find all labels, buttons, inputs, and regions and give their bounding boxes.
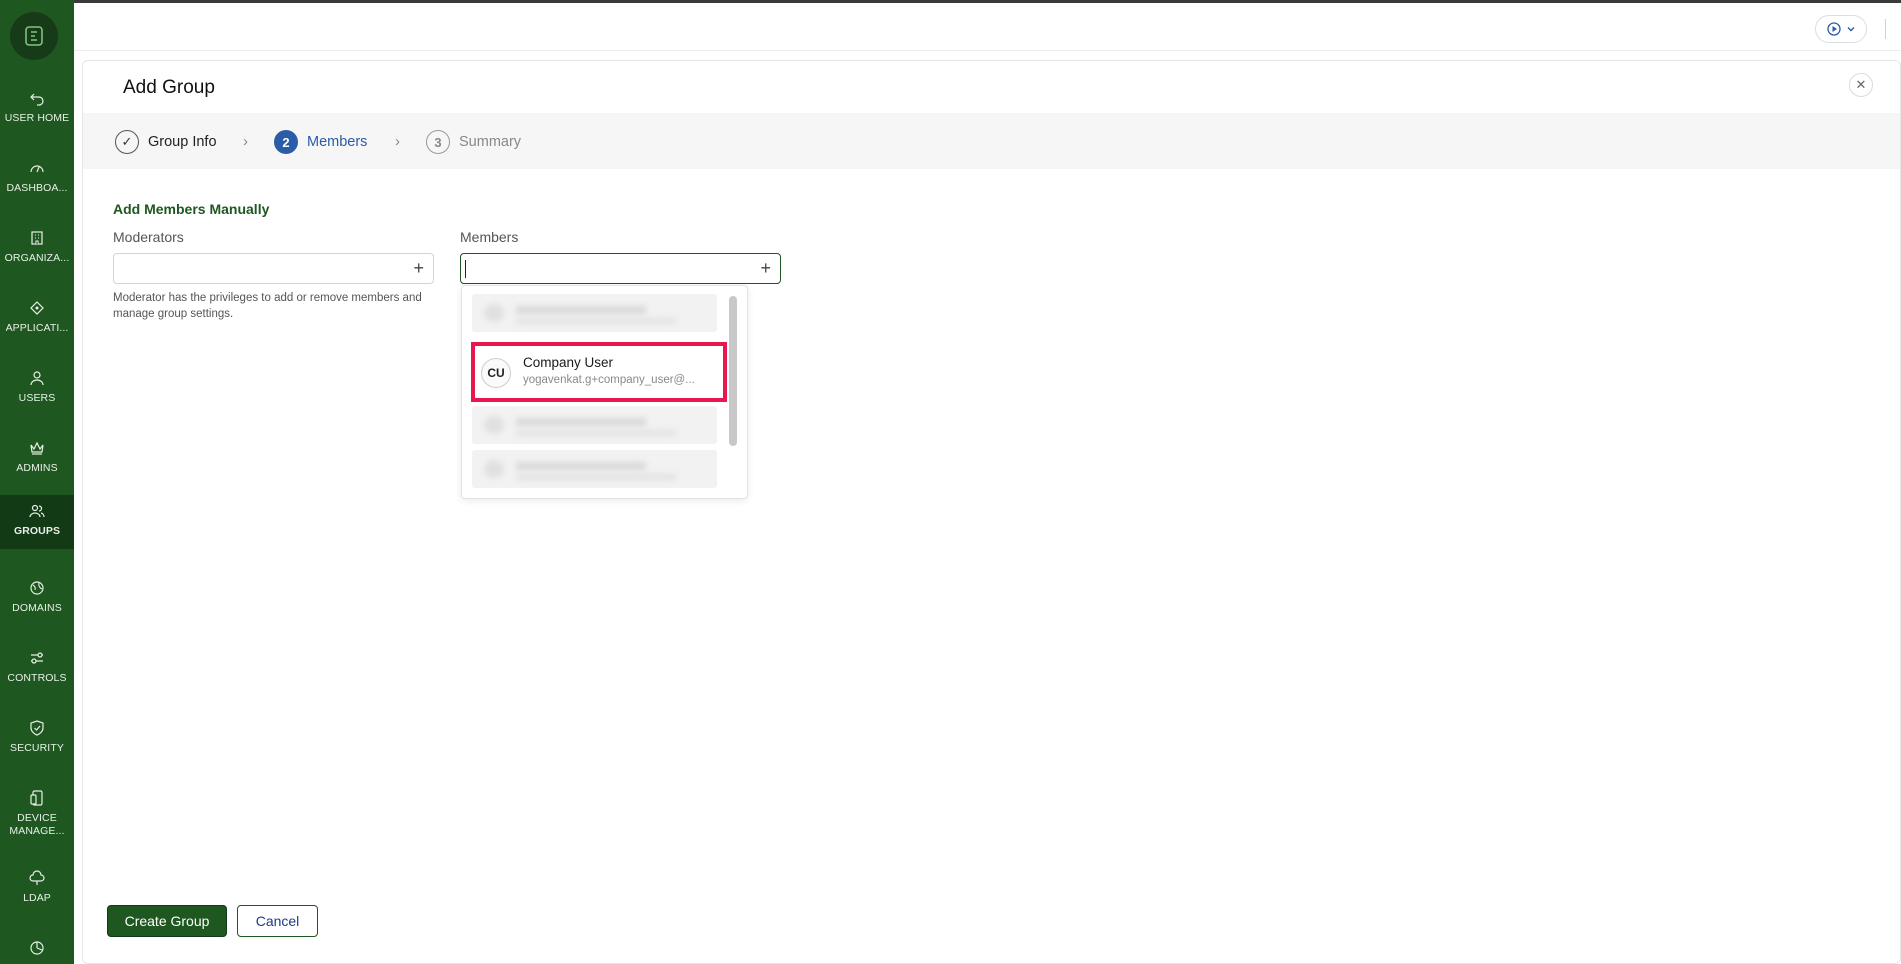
step-summary[interactable]: 3 Summary xyxy=(426,130,521,154)
sidebar-item-label: LDAP xyxy=(23,892,51,904)
step-group-info[interactable]: ✓ Group Info xyxy=(115,130,217,154)
sidebar-item-label: ORGANIZA... xyxy=(4,252,70,264)
play-circle-icon xyxy=(1827,22,1841,36)
list-item[interactable] xyxy=(472,294,717,332)
list-item[interactable] xyxy=(472,406,717,444)
moderators-label: Moderators xyxy=(113,229,184,245)
cancel-button[interactable]: Cancel xyxy=(237,905,318,937)
members-label: Members xyxy=(460,229,519,245)
topbar-divider xyxy=(1885,19,1886,39)
add-group-panel: Add Group ✕ ✓ Group Info › 2 Members › 3… xyxy=(82,60,1901,964)
close-button[interactable]: ✕ xyxy=(1849,73,1873,97)
building-icon xyxy=(31,231,43,245)
members-input[interactable]: + xyxy=(460,253,781,284)
sidebar-item-more[interactable] xyxy=(0,932,74,964)
shield-icon xyxy=(30,720,44,736)
chevron-right-icon: › xyxy=(243,133,248,150)
sidebar-item-label: SECURITY xyxy=(10,742,64,754)
sidebar-item-label: USERS xyxy=(18,392,56,404)
sidebar-item-device-management[interactable]: DEVICE MANAGE... xyxy=(0,782,74,844)
section-title: Add Members Manually xyxy=(113,201,270,217)
page-title: Add Group xyxy=(123,77,215,98)
sidebar: USER HOME DASHBOA... ORGANIZA... APPLICA… xyxy=(0,0,74,964)
sidebar-item-label: CONTROLS xyxy=(7,672,67,684)
sidebar-item-label: USER HOME xyxy=(4,112,70,124)
sidebar-item-security[interactable]: SECURITY xyxy=(0,712,74,768)
sliders-icon xyxy=(31,652,43,664)
list-item-company-user[interactable]: CU Company User yogavenkat.g+company_use… xyxy=(471,342,727,402)
sidebar-item-dashboard[interactable]: DASHBOA... xyxy=(0,152,74,208)
undo-icon xyxy=(30,93,44,106)
chevron-right-icon: › xyxy=(395,133,400,150)
top-bar: FP xyxy=(74,3,1901,51)
sidebar-item-ldap[interactable]: LDAP xyxy=(0,862,74,918)
globe-icon xyxy=(30,581,44,595)
cloud-icon xyxy=(29,870,45,885)
sidebar-item-users[interactable]: USERS xyxy=(0,362,74,418)
user-icon xyxy=(30,371,44,386)
crown-icon xyxy=(30,441,44,455)
stepper: ✓ Group Info › 2 Members › 3 Summary xyxy=(83,113,1900,169)
sidebar-item-label: DOMAINS xyxy=(12,602,62,614)
sidebar-item-domains[interactable]: DOMAINS xyxy=(0,572,74,628)
list-item[interactable] xyxy=(472,450,717,488)
sidebar-item-controls[interactable]: CONTROLS xyxy=(0,642,74,698)
apps-icon xyxy=(30,301,44,315)
step-number: 3 xyxy=(426,130,450,154)
step-number: 2 xyxy=(274,130,298,154)
step-label: Group Info xyxy=(148,134,217,150)
avatar: CU xyxy=(481,358,511,388)
sidebar-item-label: APPLICATI... xyxy=(5,322,69,334)
sidebar-item-applications[interactable]: APPLICATI... xyxy=(0,292,74,348)
step-label: Summary xyxy=(459,134,522,150)
create-group-button[interactable]: Create Group xyxy=(107,905,227,937)
quick-actions-dropdown[interactable] xyxy=(1815,15,1867,43)
plus-icon[interactable]: + xyxy=(413,258,424,279)
sidebar-item-groups[interactable]: GROUPS xyxy=(0,495,74,549)
sidebar-item-label: DASHBOA... xyxy=(6,182,68,194)
step-label: Members xyxy=(307,134,368,150)
sidebar-item-label: DEVICE MANAGE... xyxy=(9,812,65,837)
text-caret xyxy=(465,260,466,278)
members-suggestion-list: CU Company User yogavenkat.g+company_use… xyxy=(461,285,748,499)
logo-icon xyxy=(25,26,43,46)
close-icon: ✕ xyxy=(1855,77,1867,92)
app-logo[interactable] xyxy=(10,12,58,60)
sidebar-item-label: ADMINS xyxy=(16,462,58,474)
group-icon xyxy=(29,504,45,518)
moderators-input[interactable]: + xyxy=(113,253,434,284)
scrollbar[interactable] xyxy=(727,292,737,492)
gauge-icon xyxy=(30,165,44,173)
sidebar-item-organization[interactable]: ORGANIZA... xyxy=(0,222,74,278)
chevron-down-icon xyxy=(1847,27,1855,32)
sidebar-item-user-home[interactable]: USER HOME xyxy=(0,82,74,138)
user-name: Company User xyxy=(523,355,614,370)
plus-icon[interactable]: + xyxy=(760,258,771,279)
user-email: yogavenkat.g+company_user@... xyxy=(523,374,695,386)
sidebar-item-admins[interactable]: ADMINS xyxy=(0,432,74,488)
reports-icon xyxy=(30,941,44,955)
sidebar-item-label: GROUPS xyxy=(13,525,61,537)
moderators-helper-text: Moderator has the privileges to add or r… xyxy=(113,292,422,320)
check-icon: ✓ xyxy=(115,130,139,154)
step-members[interactable]: 2 Members xyxy=(274,130,367,154)
scrollbar-thumb[interactable] xyxy=(729,296,737,446)
device-icon xyxy=(30,790,43,806)
